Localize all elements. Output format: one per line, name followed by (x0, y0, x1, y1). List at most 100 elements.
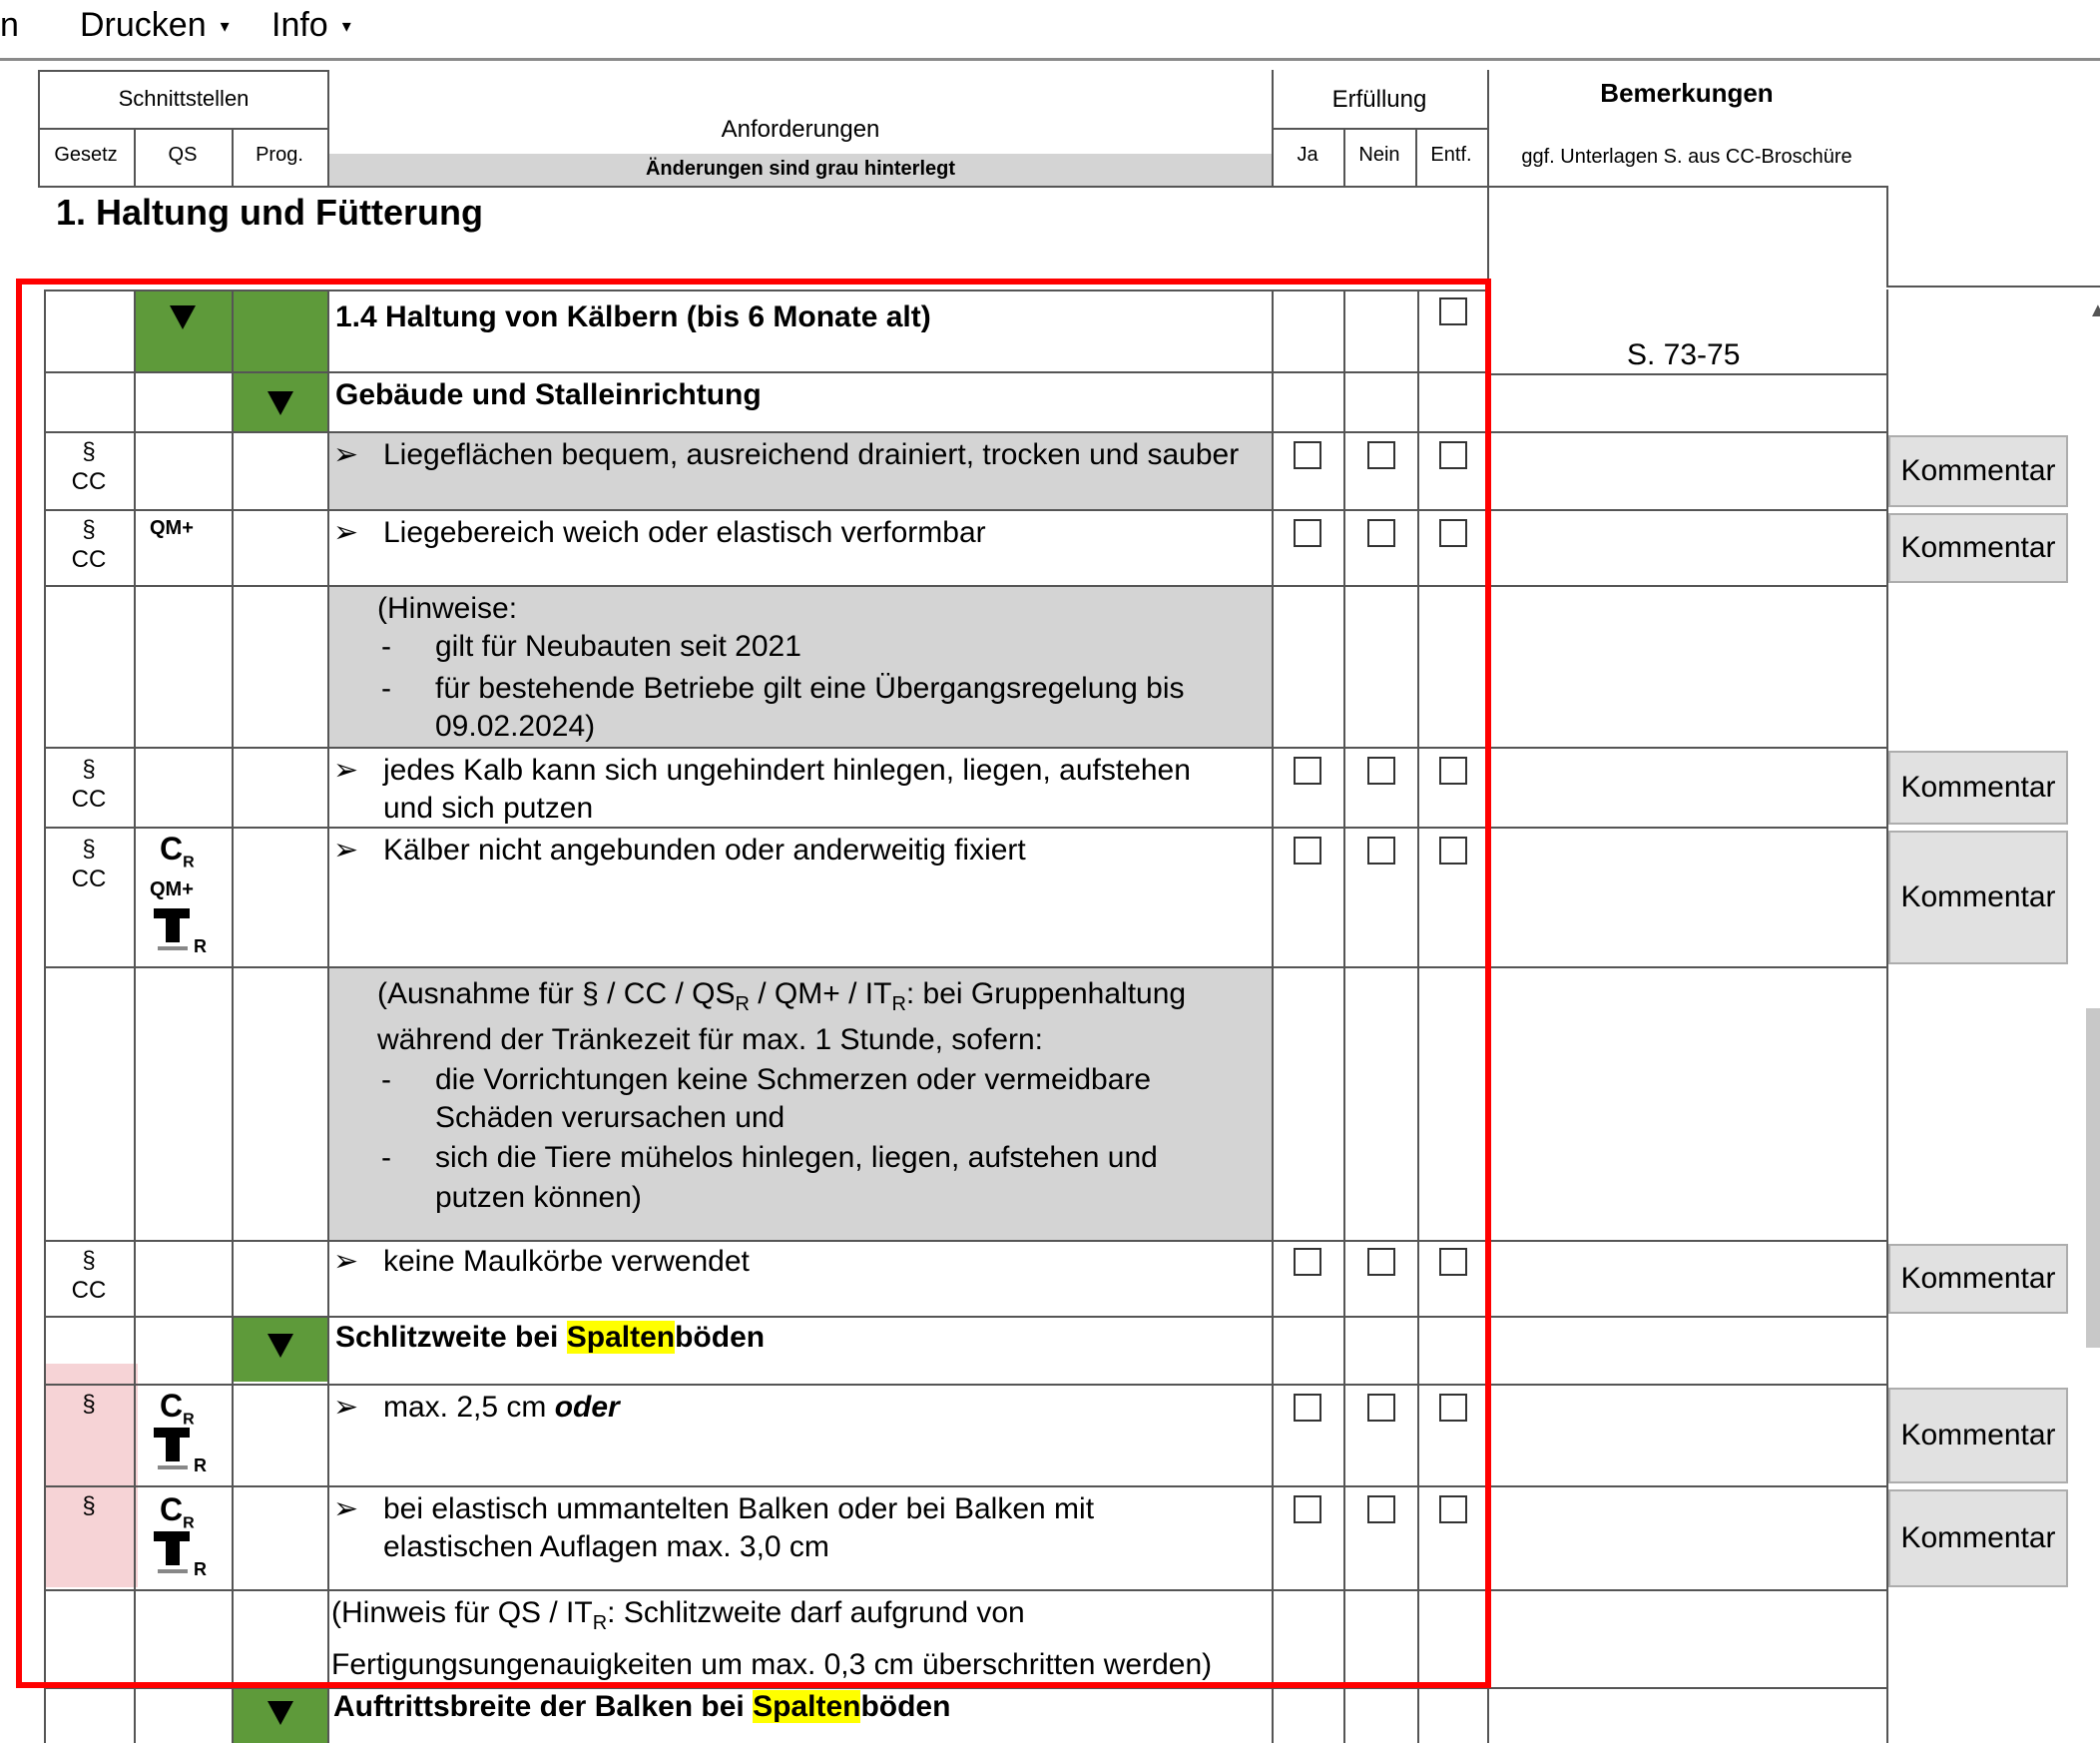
checkbox-nein[interactable] (1367, 441, 1395, 469)
dash: - (381, 672, 391, 705)
checkbox-entf[interactable] (1439, 757, 1467, 785)
kommentar-button[interactable]: Kommentar (1888, 831, 2068, 964)
requirement-text: elastischen Auflagen max. 3,0 cm (383, 1530, 829, 1563)
kommentar-button[interactable]: Kommentar (1888, 1489, 2068, 1587)
note-text: gilt für Neubauten seit 2021 (435, 630, 801, 663)
divider (1487, 186, 1886, 188)
checkbox-entf[interactable] (1439, 1248, 1467, 1276)
kommentar-button[interactable]: Kommentar (1888, 513, 2068, 583)
note-text: (Hinweise: (377, 592, 518, 625)
checkbox-ja[interactable] (1294, 837, 1321, 865)
checkbox-nein[interactable] (1367, 1394, 1395, 1422)
law-marker: § (82, 1492, 96, 1519)
checkbox-ja[interactable] (1294, 1248, 1321, 1276)
chevron-down-icon: ▾ (220, 16, 230, 36)
divider (44, 966, 1886, 968)
note-text: putzen können) (435, 1181, 642, 1214)
law-marker: § CC (71, 516, 107, 573)
collapse-triangle-icon[interactable] (267, 391, 293, 415)
requirement-text: Liegebereich weich oder elastisch verfor… (383, 516, 986, 549)
law-marker: § CC (71, 836, 107, 892)
collapse-triangle-icon[interactable] (170, 305, 196, 329)
law-marker: § CC (71, 756, 107, 813)
checkbox-entf[interactable] (1439, 837, 1467, 865)
divider (38, 128, 329, 130)
collapse-triangle-icon[interactable] (267, 1334, 293, 1358)
requirement-text: keine Maulkörbe verwendet (383, 1245, 750, 1278)
dash: - (381, 1063, 391, 1096)
collapse-triangle-icon[interactable] (267, 1701, 293, 1725)
checkbox-ja[interactable] (1294, 1394, 1321, 1422)
svg-text:R: R (194, 1455, 207, 1475)
header-aenderungen: Änderungen sind grau hinterlegt (645, 158, 955, 180)
header-anforderungen: Anforderungen (721, 116, 880, 143)
divider (44, 827, 1886, 829)
checkbox-entf[interactable] (1439, 1394, 1467, 1422)
menu-item-drucken[interactable]: Drucken ▾ (80, 6, 230, 45)
header-qs: QS (168, 144, 198, 166)
checkbox-nein[interactable] (1367, 1248, 1395, 1276)
divider (38, 186, 1487, 188)
kommentar-button[interactable]: Kommentar (1888, 1244, 2068, 1314)
checkbox-nein[interactable] (1367, 519, 1395, 547)
divider (327, 290, 329, 1743)
checkbox-ja[interactable] (1294, 519, 1321, 547)
scroll-up-icon[interactable]: ▲ (2088, 299, 2100, 322)
header-bemerkungen: Bemerkungen (1600, 78, 1774, 108)
divider (1487, 290, 1489, 1743)
checkbox-nein[interactable] (1367, 837, 1395, 865)
header-prog: Prog. (256, 144, 303, 166)
checkbox-ja[interactable] (1294, 1495, 1321, 1523)
note-text: die Vorrichtungen keine Schmerzen oder v… (435, 1063, 1152, 1096)
requirement-text: Liegeflächen bequem, ausreichend drainie… (383, 438, 1240, 471)
it-logo-icon: R (154, 908, 214, 961)
bullet-icon: ➢ (333, 516, 359, 549)
divider (44, 1316, 1886, 1318)
kommentar-button[interactable]: Kommentar (1888, 1388, 2068, 1483)
header-nein: Nein (1358, 144, 1400, 166)
note-text: für bestehende Betriebe gilt eine Überga… (435, 672, 1185, 705)
dash: - (381, 630, 391, 663)
menu-item-partial[interactable]: n (0, 6, 19, 45)
qs-logo-icon: CR (160, 1388, 195, 1429)
page-reference: S. 73-75 (1627, 338, 1741, 371)
checkbox-ja[interactable] (1294, 441, 1321, 469)
menu-item-info-label: Info (271, 6, 328, 44)
qs-logo-icon: CR (160, 831, 195, 872)
law-marker: § CC (71, 438, 107, 495)
green-marker (234, 291, 327, 371)
divider (38, 70, 329, 72)
checkbox-entf[interactable] (1439, 441, 1467, 469)
scrollbar-thumb[interactable] (2086, 1008, 2100, 1348)
kommentar-button[interactable]: Kommentar (1888, 435, 2068, 507)
divider (44, 1384, 1886, 1386)
chevron-down-icon: ▾ (341, 16, 351, 36)
checkbox-entf[interactable] (1439, 297, 1467, 325)
law-marker: § (82, 1391, 96, 1418)
it-logo-icon: R (154, 1531, 214, 1584)
divider (1272, 128, 1487, 130)
menu-item-info[interactable]: Info ▾ (271, 6, 351, 45)
note-text: 09.02.2024) (435, 710, 596, 743)
bullet-icon: ➢ (333, 1245, 359, 1278)
divider (44, 290, 46, 1743)
menu-item-drucken-label: Drucken (80, 6, 207, 44)
checkbox-ja[interactable] (1294, 757, 1321, 785)
header-erfuellung: Erfüllung (1331, 86, 1427, 113)
subsection-gebaeude: Gebäude und Stalleinrichtung (335, 378, 762, 411)
divider (44, 1589, 1886, 1591)
requirement-text: max. 2,5 cm oder (383, 1391, 620, 1424)
kommentar-button[interactable]: Kommentar (1888, 751, 2068, 825)
requirement-text: Kälber nicht angebunden oder anderweitig… (383, 834, 1026, 867)
checkbox-nein[interactable] (1367, 757, 1395, 785)
divider (1417, 290, 1419, 1743)
divider (44, 747, 1886, 749)
bullet-icon: ➢ (333, 1492, 359, 1525)
checkbox-entf[interactable] (1439, 1495, 1467, 1523)
checkbox-nein[interactable] (1367, 1495, 1395, 1523)
requirement-text: bei elastisch ummantelten Balken oder be… (383, 1492, 1095, 1525)
it-logo-icon: R (154, 1428, 214, 1480)
checkbox-entf[interactable] (1439, 519, 1467, 547)
bullet-icon: ➢ (333, 438, 359, 471)
divider (44, 431, 1886, 433)
